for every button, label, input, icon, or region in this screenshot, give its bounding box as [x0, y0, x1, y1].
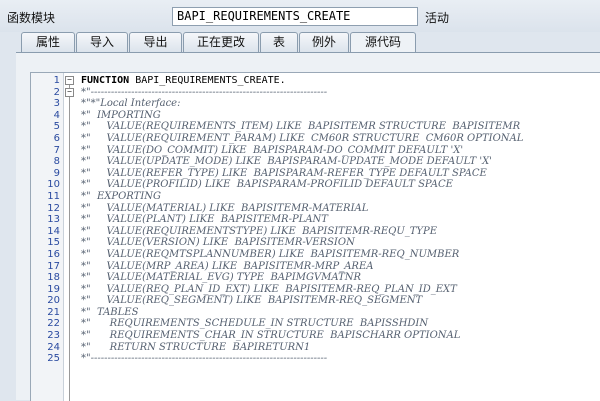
- code-line[interactable]: 6 *" VALUE(REQUIREMENT_PARAM) LIKE CM60R …: [31, 133, 600, 145]
- tab-strip: 属性 导入 导出 正在更改 表 例外 源代码: [0, 32, 600, 52]
- code-line[interactable]: 5 *" VALUE(REQUIREMENTS_ITEM) LIKE BAPISI…: [31, 121, 600, 133]
- function-module-name-field[interactable]: BAPI_REQUIREMENTS_CREATE: [172, 7, 418, 26]
- code-text: FUNCTION BAPI_REQUIREMENTS_CREATE.: [81, 75, 286, 87]
- function-module-label: 函数模块: [7, 11, 56, 25]
- code-line[interactable]: 2 *"-------------------------------------…: [31, 87, 600, 99]
- code-text: *"*"Local Interface:: [81, 98, 181, 110]
- code-line[interactable]: 14 *" VALUE(REQUIREMENTSTYPE) LIKE BAPISI…: [31, 226, 600, 238]
- code-line[interactable]: 9 *" VALUE(REFER_TYPE) LIKE BAPISPARAM-RE…: [31, 168, 600, 180]
- line-number: 5: [53, 121, 60, 133]
- code-text: *" VALUE(MRP_AREA) LIKE BAPISITEMR-MRP_A…: [81, 260, 374, 272]
- code-line[interactable]: 3 *"*"Local Interface:: [31, 98, 600, 110]
- line-number: 20: [47, 295, 60, 307]
- line-number: 1: [53, 75, 60, 86]
- code-line[interactable]: 13 *" VALUE(PLANT) LIKE BAPISITEMR-PLANT: [31, 214, 600, 226]
- line-number: 6: [53, 132, 60, 144]
- code-text: *" VALUE(MATERIAL) LIKE BAPISITEMR-MATER…: [81, 202, 369, 214]
- status-label: 活动: [425, 11, 450, 25]
- code-text: *" TABLES: [81, 306, 139, 318]
- code-text: *" VALUE(REQUIREMENTSTYPE) LIKE BAPISITE…: [81, 225, 438, 237]
- code-line[interactable]: 15 *" VALUE(VERSION) LIKE BAPISITEMR-VERS…: [31, 237, 600, 249]
- code-line[interactable]: 8 *" VALUE(UPDATE_MODE) LIKE BAPISPARAM-U…: [31, 156, 600, 168]
- code-text: *" VALUE(REQ_SEGMENT) LIKE BAPISITEMR-RE…: [81, 295, 423, 307]
- tab-import[interactable]: 导入: [76, 32, 128, 52]
- code-line[interactable]: 10 *" VALUE(PROFILID) LIKE BAPISPARAM-PRO…: [31, 179, 600, 191]
- code-line[interactable]: 19 *" VALUE(REQ_PLAN_ID_EXT) LIKE BAPISIT…: [31, 284, 600, 296]
- keyword-argument: BAPI_REQUIREMENTS_CREATE.: [129, 75, 286, 86]
- tab-attributes[interactable]: 属性: [21, 32, 75, 52]
- line-number: 22: [47, 318, 60, 330]
- function-module-header: 函数模块 BAPI_REQUIREMENTS_CREATE 活动: [0, 0, 600, 32]
- line-number: 23: [47, 330, 60, 342]
- code-text: *"--------------------------------------…: [81, 353, 328, 365]
- code-text: *" VALUE(REQUIREMENTS_ITEM) LIKE BAPISIT…: [81, 121, 521, 133]
- code-line[interactable]: 11 *" EXPORTING: [31, 191, 600, 203]
- code-text: *" EXPORTING: [81, 190, 162, 202]
- tab-changing[interactable]: 正在更改: [183, 32, 259, 52]
- line-number: 13: [47, 214, 60, 226]
- line-number: 3: [53, 98, 60, 110]
- code-line[interactable]: 23 *" REQUIREMENTS_CHAR_IN STRUCTURE BAPI…: [31, 330, 600, 342]
- line-number: 25: [47, 353, 60, 365]
- code-line[interactable]: 16 *" VALUE(REQMTSPLANNUMBER) LIKE BAPISI…: [31, 249, 600, 261]
- line-number: 9: [53, 167, 60, 179]
- code-text: *" VALUE(UPDATE_MODE) LIKE BAPISPARAM-UP…: [81, 156, 492, 168]
- code-text: *" VALUE(REQ_PLAN_ID_EXT) LIKE BAPISITEM…: [81, 283, 457, 295]
- tab-tables[interactable]: 表: [260, 32, 298, 52]
- code-text: *" REQUIREMENTS_SCHEDULE_IN STRUCTURE BA…: [81, 318, 429, 330]
- code-editor[interactable]: − − 1 FUNCTION BAPI_REQUIREMENTS_CREATE. 2…: [30, 72, 600, 401]
- line-number: 14: [47, 225, 60, 237]
- code-text: *" VALUE(REQUIREMENT_PARAM) LIKE CM60R S…: [81, 132, 524, 144]
- line-number: 10: [47, 179, 60, 191]
- code-text: *" VALUE(PROFILID) LIKE BAPISPARAM-PROFI…: [81, 179, 453, 191]
- code-text: *" VALUE(REFER_TYPE) LIKE BAPISPARAM-REF…: [81, 167, 487, 179]
- line-number: 11: [47, 190, 60, 202]
- tab-export[interactable]: 导出: [129, 32, 182, 52]
- code-line[interactable]: 7 *" VALUE(DO_COMMIT) LIKE BAPISPARAM-DO_…: [31, 145, 600, 157]
- line-number: 16: [47, 248, 60, 260]
- code-line[interactable]: 4 *" IMPORTING: [31, 110, 600, 122]
- code-text: *" RETURN STRUCTURE BAPIRETURN1: [81, 341, 311, 353]
- code-line[interactable]: 1 FUNCTION BAPI_REQUIREMENTS_CREATE.: [31, 75, 600, 87]
- tab-source-code[interactable]: 源代码: [350, 32, 416, 52]
- code-line[interactable]: 25 *"------------------------------------…: [31, 353, 600, 365]
- code-line[interactable]: 12 *" VALUE(MATERIAL) LIKE BAPISITEMR-MAT…: [31, 203, 600, 215]
- line-number: 8: [53, 156, 60, 168]
- line-number: 18: [47, 272, 60, 284]
- line-number: 15: [47, 237, 60, 249]
- line-number: 12: [47, 202, 60, 214]
- code-text: *" VALUE(VERSION) LIKE BAPISITEMR-VERSIO…: [81, 237, 355, 249]
- code-text: *" VALUE(MATERIAL_EVG) TYPE BAPIMGVMATNR: [81, 272, 362, 284]
- keyword: FUNCTION: [81, 75, 130, 86]
- code-text: *" VALUE(REQMTSPLANNUMBER) LIKE BAPISITE…: [81, 248, 460, 260]
- line-number: 21: [47, 306, 60, 318]
- line-number: 24: [47, 341, 60, 353]
- code-text: *"--------------------------------------…: [81, 86, 328, 98]
- code-line[interactable]: 22 *" REQUIREMENTS_SCHEDULE_IN STRUCTURE …: [31, 318, 600, 330]
- code-text: *" VALUE(PLANT) LIKE BAPISITEMR-PLANT: [81, 214, 328, 226]
- code-text: *" VALUE(DO_COMMIT) LIKE BAPISPARAM-DO_C…: [81, 144, 464, 156]
- line-number: 17: [47, 260, 60, 272]
- code-line[interactable]: 24 *" RETURN STRUCTURE BAPIRETURN1: [31, 342, 600, 354]
- code-line[interactable]: 20 *" VALUE(REQ_SEGMENT) LIKE BAPISITEMR-…: [31, 295, 600, 307]
- code-lines: 1 FUNCTION BAPI_REQUIREMENTS_CREATE. 2 *"--…: [31, 75, 600, 365]
- tab-exceptions[interactable]: 例外: [299, 32, 349, 52]
- code-text: *" REQUIREMENTS_CHAR_IN STRUCTURE BAPISC…: [81, 330, 461, 342]
- code-line[interactable]: 21 *" TABLES: [31, 307, 600, 319]
- line-number: 2: [53, 86, 60, 98]
- code-line[interactable]: 17 *" VALUE(MRP_AREA) LIKE BAPISITEMR-MRP…: [31, 261, 600, 273]
- code-line[interactable]: 18 *" VALUE(MATERIAL_EVG) TYPE BAPIMGVMAT…: [31, 272, 600, 284]
- source-code-panel: − − 1 FUNCTION BAPI_REQUIREMENTS_CREATE. 2…: [16, 53, 600, 401]
- line-number: 4: [53, 109, 60, 121]
- line-number: 19: [47, 283, 60, 295]
- code-text: *" IMPORTING: [81, 109, 161, 121]
- line-number: 7: [53, 144, 60, 156]
